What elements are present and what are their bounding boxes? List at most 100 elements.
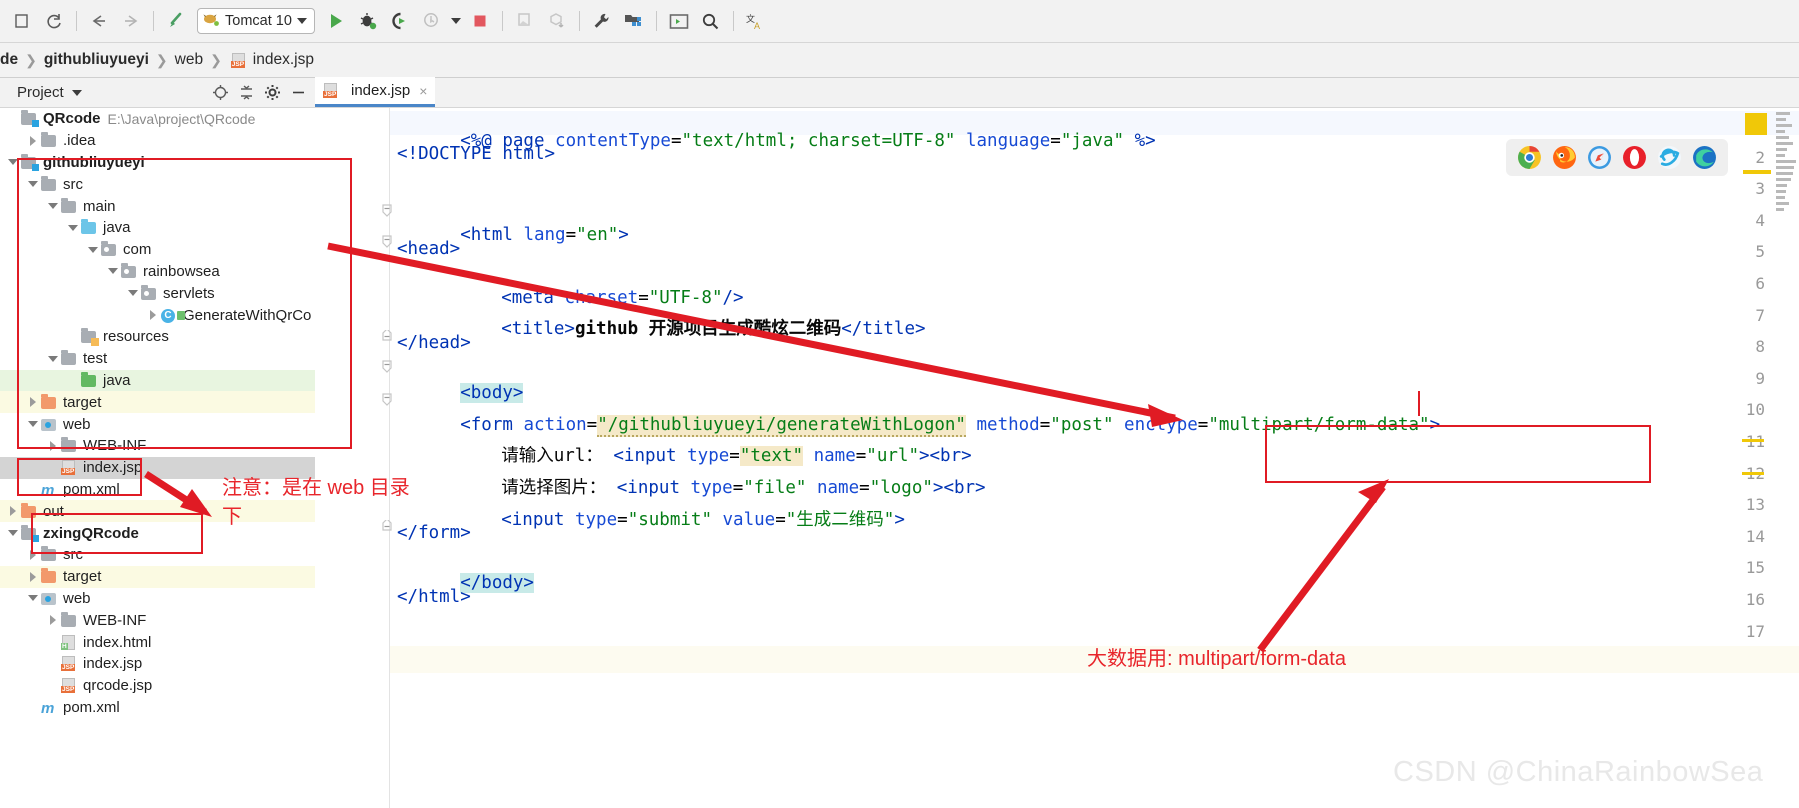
tree-item-rainbowsea[interactable]: rainbowsea [0, 261, 315, 283]
forward-arrow-icon[interactable] [116, 6, 146, 36]
debug-icon[interactable] [353, 6, 383, 36]
close-icon[interactable]: × [419, 83, 427, 99]
tree-item-web-inf[interactable]: WEB-INF [0, 609, 315, 631]
tree-item-web-inf[interactable]: WEB-INF [0, 435, 315, 457]
minimap-line [1776, 130, 1785, 133]
tree-item-target[interactable]: target [0, 566, 315, 588]
error-stripe-mark [1742, 472, 1764, 475]
chevron-right-icon[interactable] [26, 396, 39, 409]
code-token: </title> [841, 319, 925, 339]
line-number: 7 [1735, 306, 1765, 325]
fold-marker[interactable] [382, 328, 392, 340]
chevron-down-icon[interactable] [86, 243, 99, 256]
chevron-down-icon[interactable] [26, 178, 39, 191]
translate-icon[interactable]: 文A [741, 6, 771, 36]
cut-icon[interactable] [7, 6, 37, 36]
fold-marker[interactable] [382, 204, 392, 216]
fold-marker[interactable] [382, 360, 392, 372]
project-structure-icon[interactable] [619, 6, 649, 36]
code-line-5: <head> [397, 241, 460, 259]
project-tree[interactable]: QRcodeE:\Java\project\QRcode.ideagithubl… [0, 108, 315, 808]
tab-index-jsp[interactable]: JSP index.jsp × [315, 77, 435, 107]
tree-item-resources[interactable]: resources [0, 326, 315, 348]
tree-item--idea[interactable]: .idea [0, 130, 315, 152]
breadcrumb-item-0[interactable]: de [0, 51, 18, 69]
chrome-icon[interactable] [1517, 145, 1542, 170]
chevron-down-icon[interactable] [72, 90, 82, 96]
chevron-right-icon[interactable] [26, 548, 39, 561]
internet-explorer-icon[interactable] [1657, 145, 1682, 170]
chevron-down-icon[interactable] [66, 221, 79, 234]
search-icon[interactable] [696, 6, 726, 36]
opera-icon[interactable] [1622, 145, 1647, 170]
chevron-right-icon[interactable] [26, 570, 39, 583]
update-app-icon[interactable] [542, 6, 572, 36]
chevron-down-icon[interactable] [26, 418, 39, 431]
run-icon[interactable] [321, 6, 351, 36]
profiler-icon[interactable] [417, 6, 447, 36]
tree-item-main[interactable]: main [0, 195, 315, 217]
chevron-down-icon[interactable] [6, 156, 19, 169]
wrench-icon[interactable] [587, 6, 617, 36]
chevron-right-icon[interactable] [46, 439, 59, 452]
chevron-right-icon[interactable] [146, 309, 159, 322]
tree-item-target[interactable]: target [0, 391, 315, 413]
minimize-icon[interactable] [287, 82, 309, 104]
tree-item-web[interactable]: web [0, 588, 315, 610]
build-hammer-icon[interactable] [161, 6, 191, 36]
chevron-down-icon[interactable] [26, 592, 39, 605]
tree-item-servlets[interactable]: servlets [0, 282, 315, 304]
code-editor[interactable]: 1234567891011121314151617 <%@ page conte… [315, 108, 1799, 808]
editor-gutter[interactable] [315, 108, 390, 808]
chevron-right-icon[interactable] [46, 614, 59, 627]
chevron-right-icon[interactable] [26, 134, 39, 147]
chevron-down-icon[interactable] [297, 18, 307, 24]
browser-launch-popup[interactable] [1506, 139, 1728, 176]
tree-item-com[interactable]: com [0, 239, 315, 261]
tree-item-web[interactable]: web [0, 413, 315, 435]
tree-item-pom-xml[interactable]: mpom.xml [0, 697, 315, 719]
gear-icon[interactable] [261, 82, 283, 104]
run-with-coverage-icon[interactable] [385, 6, 415, 36]
tree-item-src[interactable]: src [0, 173, 315, 195]
stop-icon[interactable] [465, 6, 495, 36]
chevron-down-icon[interactable] [46, 200, 59, 213]
chevron-down-icon[interactable] [106, 265, 119, 278]
breadcrumb-item-1[interactable]: githubliuyueyi [44, 51, 149, 69]
tree-item-index-jsp[interactable]: JSPindex.jsp [0, 653, 315, 675]
code-token: = [1198, 415, 1209, 435]
chevron-down-icon[interactable] [126, 287, 139, 300]
edge-icon[interactable] [1692, 145, 1717, 170]
chevron-down-icon[interactable] [46, 352, 59, 365]
package-icon [141, 286, 158, 301]
locate-target-icon[interactable] [209, 82, 231, 104]
safari-icon[interactable] [1587, 145, 1612, 170]
back-arrow-icon[interactable] [84, 6, 114, 36]
tree-item-qrcode[interactable]: QRcodeE:\Java\project\QRcode [0, 108, 315, 130]
tree-item-githubliuyueyi[interactable]: githubliuyueyi [0, 152, 315, 174]
collapse-all-icon[interactable] [235, 82, 257, 104]
code-token: = [566, 225, 577, 245]
chevron-down-icon[interactable] [6, 527, 19, 540]
chevron-right-icon[interactable] [6, 505, 19, 518]
sync-icon[interactable] [39, 6, 69, 36]
tree-item-index-html[interactable]: Hindex.html [0, 631, 315, 653]
tree-item-generatewithqrco[interactable]: CGenerateWithQrCo [0, 304, 315, 326]
project-panel-title[interactable]: Project [17, 84, 64, 101]
breadcrumb-item-2[interactable]: web [175, 51, 203, 69]
tree-item-java[interactable]: java [0, 217, 315, 239]
fold-marker[interactable] [382, 393, 392, 405]
tree-item-java[interactable]: java [0, 370, 315, 392]
tree-item-test[interactable]: test [0, 348, 315, 370]
run-configuration-selector[interactable]: Tomcat 10 [197, 8, 315, 34]
firefox-icon[interactable] [1552, 145, 1577, 170]
fold-marker[interactable] [382, 235, 392, 247]
tree-item-qrcode-jsp[interactable]: JSPqrcode.jsp [0, 675, 315, 697]
ide-window: Tomcat 10 [0, 0, 1799, 808]
breadcrumb-item-3[interactable]: index.jsp [253, 51, 314, 69]
minimap-line [1776, 178, 1791, 181]
terminal-icon[interactable] [664, 6, 694, 36]
deploy-icon[interactable] [510, 6, 540, 36]
profiler-dropdown-icon[interactable] [449, 6, 463, 36]
tree-item-src[interactable]: src [0, 544, 315, 566]
